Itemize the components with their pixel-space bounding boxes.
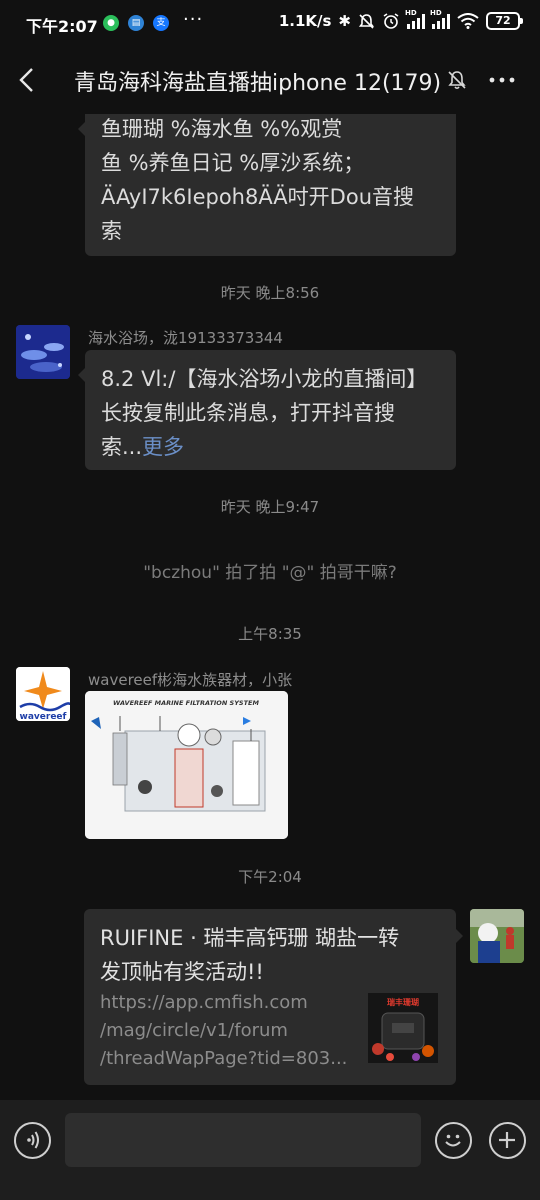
avatar-image (470, 909, 524, 963)
thumbnail-image: 瑞丰珊瑚 (368, 993, 438, 1063)
bluetooth-icon: ✱ (338, 12, 351, 30)
link-card-title-line: 发顶帖有奖活动!! (100, 960, 264, 984)
message-line-end: 索... (101, 435, 143, 459)
message-line: 8.2 Vl:/【海水浴场小龙的直播间】 (101, 367, 428, 391)
link-card-url: https://app.cmfish.com /mag/circle/v1/fo… (100, 989, 355, 1073)
sender-name: 海水浴场，泷19133373344 (88, 329, 283, 347)
timestamp: 上午8:35 (238, 625, 302, 643)
image-caption: WAVEREEF MARINE FILTRATION SYSTEM (113, 699, 259, 707)
status-time: 下午2:07 (26, 17, 98, 36)
plus-icon (499, 1132, 515, 1148)
image-message[interactable]: WAVEREEF MARINE FILTRATION SYSTEM (85, 691, 288, 839)
mute-icon (448, 71, 466, 90)
avatar[interactable]: wavereef (16, 667, 70, 721)
silent-icon (358, 13, 375, 29)
voice-icon (27, 1131, 39, 1149)
message-line: 长按复制此条消息，打开抖音搜 (101, 401, 395, 425)
timestamp: 昨天 晚上8:56 (220, 284, 320, 302)
wifi-icon (457, 13, 479, 29)
voice-button[interactable] (14, 1122, 51, 1159)
signal-icon: HD (430, 9, 450, 29)
back-button[interactable] (12, 62, 46, 98)
message-line: 鱼 %养鱼日记 %厚沙系统； (101, 151, 365, 175)
status-bar: 下午2:07 ● ▤ 支 ··· 1.1K/s ✱ HD HD 72 (0, 0, 540, 48)
link-card-url-line: /threadWapPage?tid=803... (100, 1048, 348, 1069)
message-line: 鱼珊瑚 %海水鱼 %%观赏 (101, 117, 343, 141)
link-card-message[interactable]: RUIFINE · 瑞丰高钙珊 瑚盐一转 发顶帖有奖活动!! https://a… (84, 909, 463, 1085)
signal-icon: HD (405, 9, 425, 29)
message-line: ÄAyI7k6Iepoh8ÄÄ吋开Dou音搜 (101, 185, 415, 209)
avatar-logo-text: wavereef (20, 712, 67, 721)
more-button[interactable] (486, 65, 520, 95)
sender-name: wavereef彬海水族器材，小张 (88, 671, 293, 689)
timestamp: 下午2:04 (238, 868, 302, 886)
message-line: 索 (101, 219, 122, 243)
input-bar (0, 1100, 540, 1200)
wavereef-logo: wavereef (16, 667, 70, 721)
expand-more-link[interactable]: 更多 (142, 435, 184, 459)
chat-header: 青岛海科海盐直播抽iphone 12(179) (0, 48, 540, 114)
message-icon: ▤ (128, 15, 144, 31)
emoji-button[interactable] (435, 1122, 472, 1159)
back-icon (19, 68, 33, 92)
alipay-icon: 支 (153, 15, 169, 31)
chat-title: 青岛海科海盐直播抽iphone 12(179) (74, 71, 442, 96)
my-avatar[interactable] (470, 909, 524, 963)
message-bubble[interactable]: 鱼珊瑚 %海水鱼 %%观赏 鱼 %养鱼日记 %厚沙系统； ÄAyI7k6Iepo… (78, 114, 456, 256)
more-functions-button[interactable] (489, 1122, 526, 1159)
avatar-image (16, 325, 70, 379)
battery-indicator: 72 (486, 12, 523, 30)
filtration-system-image: WAVEREEF MARINE FILTRATION SYSTEM (85, 691, 288, 839)
status-more-dots: ··· (183, 9, 204, 30)
link-card-url-line: https://app.cmfish.com (100, 992, 308, 1013)
link-card-title: RUIFINE · 瑞丰高钙珊 瑚盐一转 发顶帖有奖活动!! (100, 921, 440, 989)
link-card-title-line: RUIFINE · 瑞丰高钙珊 瑚盐一转 (100, 926, 400, 950)
alarm-icon (383, 13, 399, 29)
status-indicators: 1.1K/s ✱ HD HD 72 (278, 9, 523, 30)
wechat-icon: ● (103, 15, 119, 31)
thumbnail-text: 瑞丰珊瑚 (387, 997, 419, 1007)
system-notice: "bczhou" 拍了拍 "@" 拍哥干嘛? (143, 563, 397, 583)
message-bubble[interactable]: 8.2 Vl:/【海水浴场小龙的直播间】 长按复制此条消息，打开抖音搜 索...… (78, 350, 456, 470)
network-speed: 1.1K/s (278, 12, 332, 30)
link-card-thumbnail: 瑞丰珊瑚 (368, 993, 438, 1063)
message-line: 索...更多 (101, 430, 440, 464)
link-card-url-line: /mag/circle/v1/forum (100, 1020, 288, 1041)
message-list[interactable]: 鱼珊瑚 %海水鱼 %%观赏 鱼 %养鱼日记 %厚沙系统； ÄAyI7k6Iepo… (0, 114, 540, 1100)
avatar[interactable] (16, 325, 70, 379)
emoji-icon (445, 1134, 461, 1147)
more-icon (489, 77, 515, 83)
message-input[interactable] (65, 1113, 421, 1167)
timestamp: 昨天 晚上9:47 (220, 498, 320, 516)
